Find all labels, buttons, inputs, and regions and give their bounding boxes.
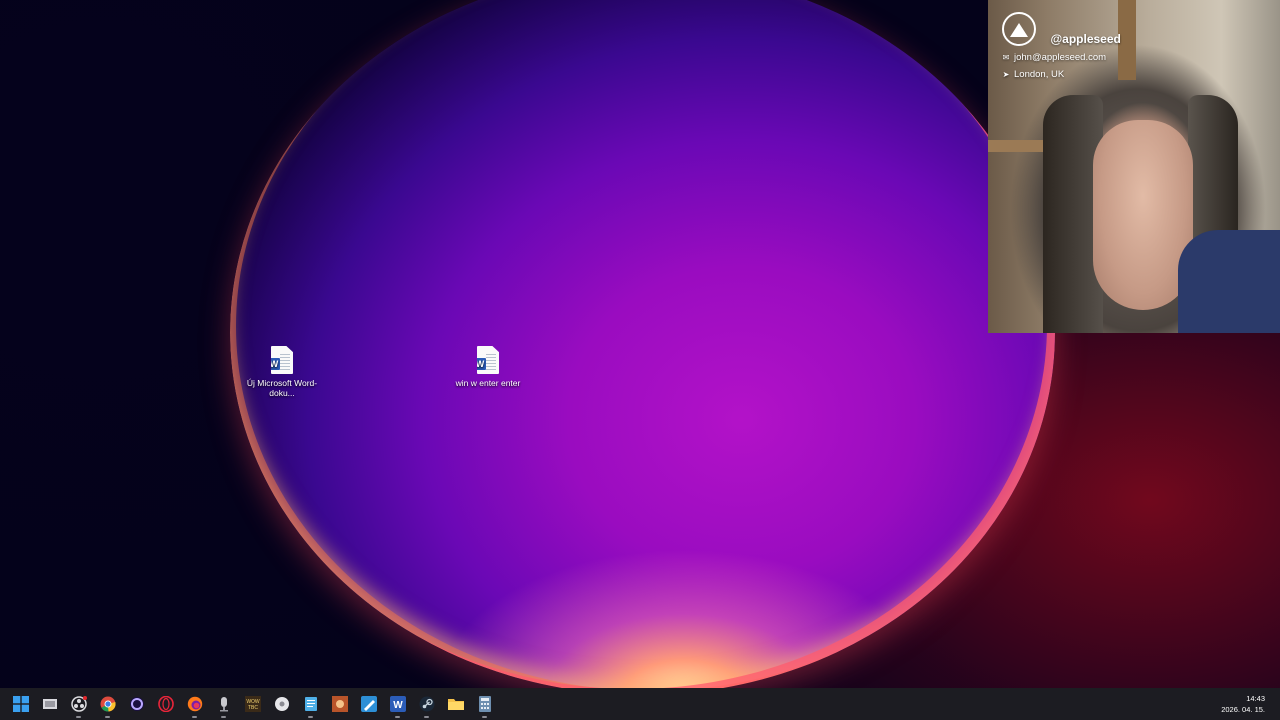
- file-explorer-icon: [447, 699, 464, 710]
- calculator-icon: [478, 696, 491, 712]
- opera-icon: [157, 696, 174, 712]
- running-indicator: [105, 716, 110, 718]
- disc-app-button[interactable]: [267, 688, 296, 720]
- game-button[interactable]: [325, 688, 354, 720]
- disc-app-icon: [274, 697, 289, 711]
- running-indicator: [395, 716, 400, 718]
- profile-handle: @appleseed: [1050, 32, 1121, 46]
- location-arrow-icon: ➤: [1002, 70, 1010, 79]
- file-explorer-button[interactable]: [441, 688, 470, 720]
- task-view-button[interactable]: [35, 688, 64, 720]
- profile-card: @appleseed ✉ john@appleseed.com ➤ London…: [1002, 12, 1121, 80]
- desktop-icon-new-word-document[interactable]: W Új Microsoft Word-doku...: [242, 346, 322, 398]
- running-indicator: [221, 716, 226, 718]
- firefox-button[interactable]: [180, 688, 209, 720]
- word-document-icon: W: [271, 346, 293, 374]
- profile-location-row: ➤ London, UK: [1002, 69, 1121, 80]
- webcam-overlay: @appleseed ✉ john@appleseed.com ➤ London…: [988, 0, 1280, 333]
- svg-text:W: W: [393, 700, 403, 711]
- system-clock[interactable]: 14:43 2026. 04. 15.: [1221, 693, 1265, 715]
- clock-time: 14:43: [1246, 694, 1265, 703]
- cortana-button[interactable]: [122, 688, 151, 720]
- opera-button[interactable]: [151, 688, 180, 720]
- desktop-icon-win-w-enter[interactable]: W win w enter enter: [448, 346, 528, 388]
- microphone-button[interactable]: [209, 688, 238, 720]
- steam-icon: [419, 696, 434, 712]
- profile-location: London, UK: [1014, 69, 1065, 80]
- game-launcher-icon: WOW TBC: [244, 696, 261, 712]
- calculator-button[interactable]: [470, 688, 499, 720]
- game-launcher-button[interactable]: WOW TBC: [238, 688, 267, 720]
- mail-icon: ✉: [1002, 53, 1010, 62]
- background-shelf: [988, 140, 1048, 152]
- running-indicator: [424, 716, 429, 718]
- microphone-icon: [219, 697, 228, 712]
- start-button[interactable]: [6, 688, 35, 720]
- clock-date: 2026. 04. 15.: [1221, 705, 1265, 714]
- firefox-icon: [187, 696, 202, 712]
- paint-icon: [360, 696, 377, 712]
- word-icon: W: [389, 696, 406, 712]
- steam-button[interactable]: [412, 688, 441, 720]
- game-icon: [331, 696, 348, 712]
- wallpaper-orb: [230, 0, 1055, 688]
- start-icon: [12, 696, 29, 712]
- chrome-button[interactable]: [93, 688, 122, 720]
- profile-email: john@appleseed.com: [1014, 52, 1107, 63]
- running-indicator: [308, 716, 313, 718]
- notepad-icon: [304, 697, 317, 711]
- profile-email-row: ✉ john@appleseed.com: [1002, 52, 1121, 63]
- task-view-icon: [42, 699, 57, 709]
- running-indicator: [482, 716, 487, 718]
- cortana-icon: [129, 697, 144, 711]
- word-button[interactable]: W: [383, 688, 412, 720]
- chrome-icon: [100, 696, 116, 712]
- obs-icon: [70, 696, 87, 712]
- paint-button[interactable]: [354, 688, 383, 720]
- word-document-icon: W: [477, 346, 499, 374]
- person-shirt: [1178, 230, 1280, 333]
- desktop-icon-label: win w enter enter: [455, 378, 521, 388]
- avatar-icon: [1002, 12, 1036, 46]
- notepad-button[interactable]: [296, 688, 325, 720]
- taskbar: WOW TBC W 14:43 2026. 04. 15.: [0, 688, 1280, 720]
- running-indicator: [192, 716, 197, 718]
- svg-text:TBC: TBC: [248, 705, 258, 711]
- obs-button[interactable]: [64, 688, 93, 720]
- desktop-icon-label: Új Microsoft Word-doku...: [246, 378, 318, 398]
- running-indicator: [76, 716, 81, 718]
